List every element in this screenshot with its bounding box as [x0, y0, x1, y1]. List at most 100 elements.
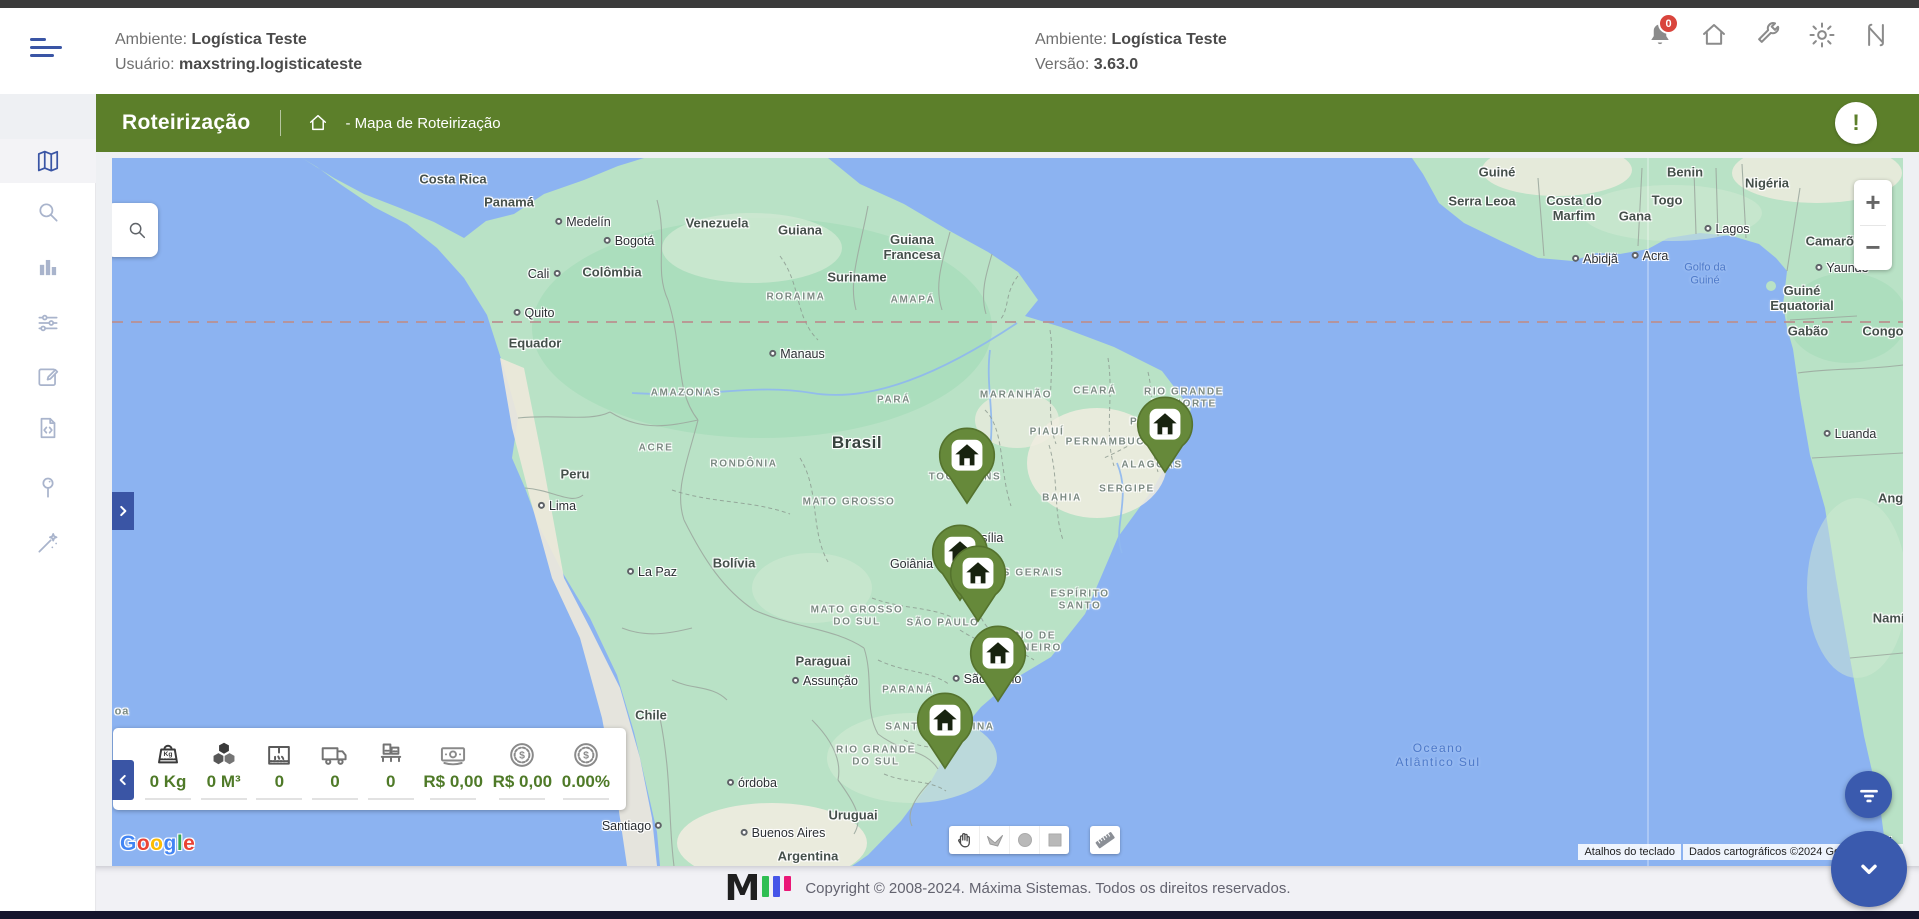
code-file-icon	[35, 415, 61, 441]
search-icon	[126, 219, 148, 241]
versao-label: Versão:	[1035, 56, 1090, 73]
page-title: Roteirização	[122, 111, 251, 134]
sidebar-item-edit[interactable]	[0, 355, 96, 399]
environment-version-info: Ambiente: Logística Teste Versão: 3.63.0	[1035, 27, 1227, 77]
expand-down-fab-button[interactable]	[1831, 831, 1907, 907]
alert-button[interactable]: !	[1835, 102, 1877, 144]
filter-icon	[1856, 782, 1882, 808]
sidebar-item-sliders[interactable]	[0, 301, 96, 345]
wrench-icon[interactable]	[1753, 20, 1783, 50]
filter-fab-button[interactable]	[1845, 771, 1892, 818]
stat-item-truck: 0	[312, 739, 359, 800]
versao-value: 3.63.0	[1093, 56, 1139, 73]
edit-icon	[35, 364, 61, 390]
home-breadcrumb-icon[interactable]	[307, 112, 329, 134]
circle-tool-button[interactable]	[1009, 826, 1039, 854]
rectangle-tool-button[interactable]	[1039, 826, 1069, 854]
logo-bar	[784, 875, 792, 891]
stat-underline	[562, 797, 609, 800]
environment-user-info: Ambiente: Logística Teste Usuário: maxst…	[115, 27, 362, 77]
rectangle-icon	[1043, 828, 1067, 852]
sidebar-item-search[interactable]	[0, 190, 96, 234]
bottom-border-line	[0, 911, 1919, 919]
usuario-label: Usuário:	[115, 56, 175, 73]
stat-value: R$ 0,00	[423, 771, 483, 791]
usuario-value: maxstring.logisticateste	[179, 56, 363, 73]
map-search-button[interactable]	[112, 203, 158, 257]
stat-value: 0 M³	[206, 771, 241, 791]
stat-value: 0	[274, 771, 285, 791]
search-icon	[35, 199, 61, 225]
map-marker-home-pin[interactable]	[949, 545, 1007, 623]
ruler-icon	[1093, 828, 1117, 852]
copyright-text: Copyright © 2008-2024. Máxima Sistemas. …	[805, 880, 1291, 897]
bell-icon[interactable]: 0	[1645, 13, 1679, 50]
banknote-icon	[437, 739, 469, 771]
panel-expand-tab[interactable]	[112, 492, 134, 530]
ambiente-value: Logística Teste	[1111, 31, 1227, 48]
stat-value: 0 Kg	[149, 771, 187, 791]
stat-underline	[145, 797, 191, 800]
home-icon[interactable]	[1699, 20, 1729, 50]
svg-text:$: $	[583, 750, 589, 761]
stat-item-box: 0	[256, 739, 303, 800]
ambiente-label: Ambiente:	[1035, 31, 1108, 48]
n-logo-icon[interactable]	[1861, 20, 1891, 50]
hand-tool-button[interactable]	[949, 826, 979, 854]
stat-value: R$ 0,00	[492, 771, 553, 791]
breadcrumb: - Mapa de Roteirização	[345, 114, 501, 132]
sidebar-item-bar-chart[interactable]	[0, 245, 96, 289]
google-logo: Google	[120, 832, 196, 855]
ruler-tool-button[interactable]	[1090, 826, 1120, 854]
sidebar-item-magic-wand[interactable]	[0, 521, 96, 565]
zoom-out-button[interactable]: −	[1854, 226, 1892, 271]
map-marker-home-pin[interactable]	[969, 625, 1027, 703]
map-marker-home-pin[interactable]	[938, 427, 996, 505]
route-stats-panel: Kg 0 Kg 0 M³ 0 0 0 R$ 0,00 $ R$ 0,00 $0.00%	[112, 728, 626, 810]
stat-underline	[256, 797, 303, 800]
coin-icon: $	[506, 739, 538, 771]
magic-wand-icon	[35, 530, 61, 556]
hand-icon	[952, 828, 976, 852]
map-icon	[35, 148, 61, 174]
app-header: Ambiente: Logística Teste Usuário: maxst…	[0, 8, 1919, 94]
keyboard-shortcuts-link[interactable]: Atalhos do teclado	[1578, 844, 1681, 860]
weight-icon: Kg	[152, 739, 184, 771]
sliders-icon	[35, 310, 61, 336]
hamburger-menu-icon[interactable]	[30, 38, 64, 64]
window-top-strip	[0, 0, 1919, 8]
sidebar-item-pin[interactable]	[0, 465, 96, 509]
map-canvas[interactable]: Costa Rica Panamá Medelín Bogotá Venezuela Gu…	[112, 158, 1903, 866]
svg-text:$: $	[519, 750, 525, 761]
pin-icon	[35, 474, 61, 500]
map-marker-home-pin[interactable]	[916, 692, 974, 770]
zoom-in-button[interactable]: +	[1854, 180, 1892, 225]
sidebar	[0, 139, 96, 919]
topbar-icons: 0	[1645, 13, 1891, 50]
module-nav-bar: Roteirização - Mapa de Roteirização !	[96, 94, 1919, 152]
maxima-logo-letter: M	[724, 867, 761, 909]
stat-underline	[367, 797, 414, 800]
map-marker-home-pin[interactable]	[1136, 396, 1194, 474]
chevron-down-icon	[1853, 853, 1885, 885]
map-draw-tools	[949, 826, 1069, 854]
ambiente-label: Ambiente:	[115, 31, 188, 48]
nav-divider	[280, 110, 282, 136]
footer: M Copyright © 2008-2024. Máxima Sistemas…	[96, 866, 1919, 911]
polygon-tool-button[interactable]	[979, 826, 1009, 854]
panel-collapse-tab[interactable]	[112, 760, 134, 800]
stat-item-coin: $ R$ 0,00	[492, 739, 553, 800]
circle-icon	[1013, 828, 1037, 852]
stat-value: 0	[330, 771, 340, 791]
sidebar-item-code-file[interactable]	[0, 406, 96, 450]
stat-item-cubes: 0 M³	[200, 739, 247, 800]
stat-underline	[312, 797, 359, 800]
logo-bar	[773, 875, 781, 897]
pallet-icon	[375, 739, 407, 771]
notification-badge: 0	[1658, 13, 1679, 34]
box-icon	[263, 739, 295, 771]
polygon-icon	[983, 828, 1007, 852]
sidebar-item-map[interactable]	[0, 139, 96, 183]
gear-icon[interactable]	[1807, 20, 1837, 50]
coin-icon: $	[570, 739, 602, 771]
